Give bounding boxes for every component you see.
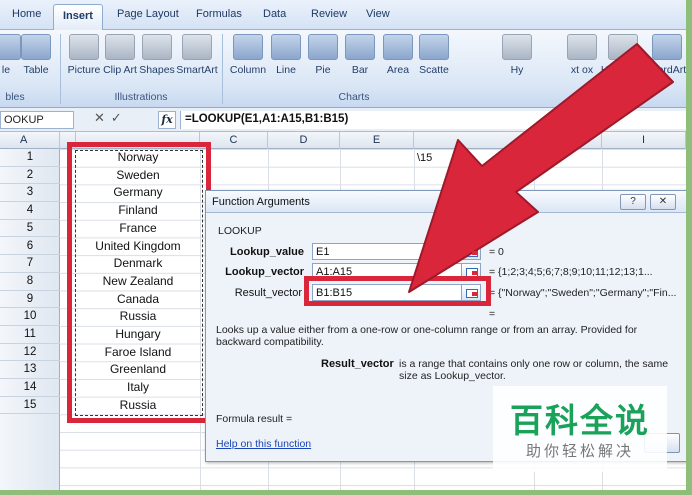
text-box-icon bbox=[567, 34, 597, 60]
table-button[interactable]: Table bbox=[12, 34, 60, 90]
column-label-a: A bbox=[20, 134, 28, 146]
row-header[interactable]: 2 bbox=[0, 167, 60, 185]
area-chart-icon bbox=[383, 34, 413, 60]
column-header-i[interactable]: I bbox=[602, 132, 686, 149]
pie-chart-icon bbox=[308, 34, 338, 60]
smartart-icon bbox=[182, 34, 212, 60]
row-header[interactable]: 6 bbox=[0, 238, 60, 256]
select-all-corner[interactable] bbox=[0, 132, 60, 149]
image-frame-edge bbox=[686, 0, 692, 495]
cell-f1-fragment[interactable]: \15 bbox=[417, 152, 432, 164]
group-label-charts: Charts bbox=[338, 91, 370, 103]
smartart-button[interactable]: SmartArt bbox=[173, 34, 221, 90]
hyperlink-icon bbox=[502, 34, 532, 60]
column-chart-icon bbox=[233, 34, 263, 60]
arg-help-description: is a range that contains only one row or… bbox=[399, 358, 669, 382]
dialog-title-bar[interactable]: Function Arguments bbox=[206, 191, 686, 213]
lookup-value-input[interactable]: E1 bbox=[312, 243, 462, 260]
arg-result-lookup-value: = 0 bbox=[489, 246, 504, 258]
column-header-d[interactable]: D bbox=[268, 132, 340, 149]
watermark-title: 百科全说 bbox=[510, 401, 650, 440]
arg-result-lookup-vector: = {1;2;3;4;5;6;7;8;9;10;11;12;13;1... bbox=[489, 266, 653, 278]
row-header[interactable]: 5 bbox=[0, 220, 60, 238]
table-icon bbox=[21, 34, 51, 60]
watermark-logo: 百科全说 助你轻松解决 bbox=[493, 386, 667, 472]
row-header[interactable]: 8 bbox=[0, 273, 60, 291]
formula-controls: ✕ ✓ bbox=[94, 110, 128, 126]
tab-home[interactable]: Home bbox=[12, 8, 41, 20]
tab-data[interactable]: Data bbox=[263, 8, 286, 20]
row-header[interactable]: 13 bbox=[0, 361, 60, 380]
row-header[interactable]: 11 bbox=[0, 326, 60, 344]
watermark-subtitle: 助你轻松解决 bbox=[525, 442, 634, 460]
arg-help-name: Result_vector bbox=[321, 358, 394, 370]
header-footer-icon bbox=[608, 34, 638, 60]
row-header[interactable]: 9 bbox=[0, 291, 60, 309]
formula-bar: OOKUP ✕ ✓ fx =LOOKUP(E1,A1:A15,B1:B15) bbox=[0, 108, 692, 132]
arg-result-result-vector: = {"Norway";"Sweden";"Germany";"Fin... bbox=[489, 287, 677, 299]
row-header[interactable]: 10 bbox=[0, 308, 60, 326]
arg-label-lookup-vector: Lookup_vector bbox=[225, 266, 304, 278]
row-header[interactable]: 7 bbox=[0, 255, 60, 273]
tab-formulas[interactable]: Formulas bbox=[196, 8, 242, 20]
image-frame-edge bbox=[0, 490, 692, 495]
tab-review[interactable]: Review bbox=[311, 8, 347, 20]
row-header[interactable]: 12 bbox=[0, 344, 60, 362]
arg-label-lookup-value: Lookup_value bbox=[230, 246, 304, 258]
column-header-e[interactable]: E bbox=[340, 132, 414, 149]
wordart-icon bbox=[652, 34, 682, 60]
formula-input[interactable]: =LOOKUP(E1,A1:A15,B1:B15) bbox=[180, 111, 692, 129]
tab-page-layout[interactable]: Page Layout bbox=[117, 8, 179, 20]
group-label-tables: bles bbox=[5, 91, 25, 103]
column-header-g[interactable] bbox=[534, 132, 602, 149]
row-header[interactable]: 14 bbox=[0, 379, 60, 397]
column-header-f[interactable] bbox=[414, 132, 534, 149]
hyperlink-button[interactable]: Hy bbox=[493, 34, 541, 90]
function-group-label: LOOKUP bbox=[218, 225, 262, 237]
insert-function-icon[interactable]: fx bbox=[158, 111, 176, 129]
wordart-button[interactable]: WordArt bbox=[643, 34, 691, 90]
group-label-illustrations: Illustrations bbox=[114, 91, 168, 103]
dialog-title: Function Arguments bbox=[212, 196, 310, 208]
collapse-dialog-icon[interactable] bbox=[461, 243, 481, 260]
ribbon: le Table Picture Clip Art Shapes SmartAr… bbox=[0, 30, 692, 108]
scatter-chart-icon bbox=[419, 34, 449, 60]
close-button[interactable]: ✕ bbox=[650, 194, 676, 210]
cancel-icon[interactable]: ✕ bbox=[94, 110, 105, 125]
line-chart-icon bbox=[271, 34, 301, 60]
header-footer-button[interactable]: Header & Footer bbox=[597, 34, 649, 90]
annotation-highlight-box bbox=[304, 276, 491, 306]
tab-insert[interactable]: Insert bbox=[53, 4, 103, 31]
help-button[interactable]: ? bbox=[620, 194, 646, 210]
picture-icon bbox=[69, 34, 99, 60]
function-description: Looks up a value either from a one-row o… bbox=[216, 324, 638, 348]
row-headers: 1 2 3 4 5 6 7 8 9 10 11 12 13 14 15 bbox=[0, 149, 60, 495]
scatter-chart-button[interactable]: Scatte bbox=[410, 34, 458, 90]
formula-result-label: Formula result = bbox=[216, 413, 293, 425]
bar-chart-icon bbox=[345, 34, 375, 60]
name-box[interactable]: OOKUP bbox=[0, 111, 74, 129]
arg-label-result-vector: Result_vector bbox=[234, 287, 302, 299]
overall-result-equals: = bbox=[489, 308, 496, 320]
help-on-function-link[interactable]: Help on this function bbox=[216, 438, 311, 450]
row-header[interactable]: 3 bbox=[0, 184, 60, 203]
row-header[interactable]: 4 bbox=[0, 202, 60, 220]
tab-view[interactable]: View bbox=[366, 8, 390, 20]
clip-art-icon bbox=[105, 34, 135, 60]
row-header[interactable]: 1 bbox=[0, 149, 60, 167]
enter-icon[interactable]: ✓ bbox=[111, 110, 122, 125]
annotation-highlight-box bbox=[67, 142, 211, 423]
row-header[interactable]: 15 bbox=[0, 397, 60, 415]
shapes-icon bbox=[142, 34, 172, 60]
ribbon-tabs: Home Insert Page Layout Formulas Data Re… bbox=[0, 0, 692, 31]
